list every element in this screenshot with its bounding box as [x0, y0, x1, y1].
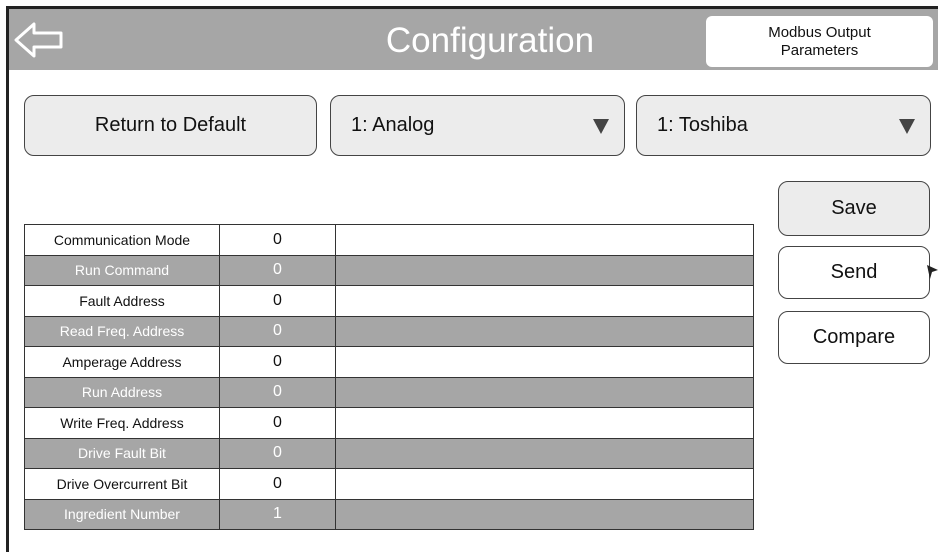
param-extra — [335, 437, 754, 469]
param-value[interactable]: 1 — [219, 498, 336, 530]
param-value[interactable]: 0 — [219, 407, 336, 439]
param-extra — [335, 376, 754, 408]
param-label: Run Command — [24, 254, 220, 286]
param-label: Drive Fault Bit — [24, 437, 220, 469]
table-row: Drive Fault Bit 0 — [24, 437, 754, 469]
param-value[interactable]: 0 — [219, 315, 336, 347]
table-row: Run Address 0 — [24, 376, 754, 408]
param-value[interactable]: 0 — [219, 224, 336, 256]
param-label: Drive Overcurrent Bit — [24, 468, 220, 500]
send-button[interactable]: Send — [778, 246, 930, 299]
table-row: Read Freq. Address 0 — [24, 315, 754, 347]
param-extra — [335, 468, 754, 500]
param-label: Amperage Address — [24, 346, 220, 378]
table-row: Run Command 0 — [24, 254, 754, 286]
drive-type-dropdown[interactable]: 1: Toshiba — [636, 95, 931, 156]
param-extra — [335, 285, 754, 317]
triangle-down-icon — [899, 118, 915, 134]
input-type-value: 1: Analog — [351, 114, 435, 136]
param-extra — [335, 224, 754, 256]
table-row: Communication Mode 0 — [24, 224, 754, 256]
param-extra — [335, 407, 754, 439]
screen-name-label: Modbus Output Parameters — [706, 16, 933, 67]
param-extra — [335, 254, 754, 286]
parameters-table: Communication Mode 0 Run Command 0 Fault… — [24, 224, 754, 530]
param-value[interactable]: 0 — [219, 437, 336, 469]
param-value[interactable]: 0 — [219, 376, 336, 408]
param-label: Communication Mode — [24, 224, 220, 256]
return-to-default-button[interactable]: Return to Default — [24, 95, 317, 156]
param-value[interactable]: 0 — [219, 254, 336, 286]
param-extra — [335, 498, 754, 530]
table-row: Write Freq. Address 0 — [24, 407, 754, 439]
table-row: Ingredient Number 1 — [24, 498, 754, 530]
page-title: Configuration — [385, 21, 595, 60]
param-label: Ingredient Number — [24, 498, 220, 530]
param-value[interactable]: 0 — [219, 346, 336, 378]
param-extra — [335, 346, 754, 378]
param-value[interactable]: 0 — [219, 468, 336, 500]
input-type-dropdown[interactable]: 1: Analog — [330, 95, 625, 156]
triangle-down-icon — [593, 118, 609, 134]
back-arrow-icon[interactable] — [14, 22, 64, 58]
cursor-pointer-icon — [927, 265, 938, 279]
table-row: Drive Overcurrent Bit 0 — [24, 468, 754, 500]
param-label: Read Freq. Address — [24, 315, 220, 347]
param-value[interactable]: 0 — [219, 285, 336, 317]
param-extra — [335, 315, 754, 347]
drive-type-value: 1: Toshiba — [657, 114, 748, 136]
table-row: Fault Address 0 — [24, 285, 754, 317]
param-label: Fault Address — [24, 285, 220, 317]
table-row: Amperage Address 0 — [24, 346, 754, 378]
compare-button[interactable]: Compare — [778, 311, 930, 364]
param-label: Run Address — [24, 376, 220, 408]
save-button[interactable]: Save — [778, 181, 930, 236]
param-label: Write Freq. Address — [24, 407, 220, 439]
